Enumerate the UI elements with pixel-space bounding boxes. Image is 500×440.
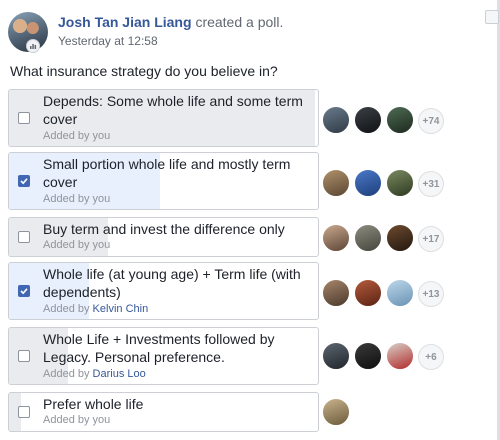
added-by-text: Added by you <box>43 239 110 251</box>
voter-avatar[interactable] <box>322 169 350 197</box>
added-by-name-link[interactable]: Kelvin Chin <box>93 303 149 315</box>
check-icon <box>20 288 28 295</box>
poll-option[interactable]: Prefer whole life Added by you <box>8 392 319 432</box>
post-header: Josh Tan Jian Liang created a poll. Yest… <box>8 10 488 54</box>
option-text: Whole Life + Investments followed by Leg… <box>43 331 275 365</box>
option-text: Prefer whole life <box>43 396 144 412</box>
option-text: Small portion whole life and mostly term… <box>43 156 291 190</box>
vote-checkbox[interactable] <box>18 285 30 297</box>
added-by-prefix: Added by you <box>43 130 111 142</box>
option-text: Buy term and invest the difference only <box>43 221 285 237</box>
voter-avatar[interactable] <box>354 342 382 370</box>
voter-avatar[interactable] <box>386 224 414 252</box>
added-by-text: Added by you <box>43 414 110 426</box>
vote-checkbox[interactable] <box>18 231 30 243</box>
more-voters-count[interactable]: +74 <box>418 108 444 134</box>
voter-avatar[interactable] <box>322 224 350 252</box>
post-menu-icon[interactable] <box>485 10 499 24</box>
voter-avatar[interactable] <box>386 169 414 197</box>
voter-avatar[interactable] <box>386 106 414 134</box>
added-by-text: Added by you <box>43 193 110 205</box>
voter-avatar[interactable] <box>386 342 414 370</box>
poll-option[interactable]: Whole life (at young age) + Term life (w… <box>8 262 319 320</box>
poll-question: What insurance strategy do you believe i… <box>10 63 278 79</box>
added-by-text: Added by Kelvin Chin <box>43 303 148 315</box>
added-by-name-link[interactable]: Darius Loo <box>93 368 146 380</box>
more-voters-count[interactable]: +13 <box>418 281 444 307</box>
added-by-prefix: Added by <box>43 303 90 315</box>
voter-avatar[interactable] <box>322 342 350 370</box>
post-action-text: created a poll. <box>195 14 284 30</box>
more-voters-count[interactable]: +31 <box>418 171 444 197</box>
poll-badge-icon <box>26 39 40 53</box>
voter-avatar[interactable] <box>322 279 350 307</box>
vote-checkbox[interactable] <box>18 175 30 187</box>
added-by-prefix: Added by you <box>43 239 111 251</box>
voter-avatar[interactable] <box>354 279 382 307</box>
poll-option[interactable]: Buy term and invest the difference only A… <box>8 217 319 257</box>
voter-avatar[interactable] <box>322 398 350 426</box>
voter-avatar[interactable] <box>354 224 382 252</box>
added-by-prefix: Added by you <box>43 193 111 205</box>
check-icon <box>20 178 28 185</box>
more-voters-count[interactable]: +6 <box>418 344 444 370</box>
added-by-text: Added by you <box>43 130 110 142</box>
post-timestamp[interactable]: Yesterday at 12:58 <box>58 34 158 48</box>
option-text: Depends: Some whole life and some term c… <box>43 93 303 127</box>
voter-avatar[interactable] <box>354 106 382 134</box>
voter-avatar[interactable] <box>322 106 350 134</box>
added-by-prefix: Added by <box>43 368 90 380</box>
poll-option[interactable]: Small portion whole life and mostly term… <box>8 152 319 210</box>
vote-checkbox[interactable] <box>18 112 30 124</box>
vote-checkbox[interactable] <box>18 406 30 418</box>
option-text: Whole life (at young age) + Term life (w… <box>43 266 301 300</box>
vote-checkbox[interactable] <box>18 350 30 362</box>
author-name-link[interactable]: Josh Tan Jian Liang <box>58 14 192 30</box>
added-by-text: Added by Darius Loo <box>43 368 146 380</box>
added-by-prefix: Added by you <box>43 414 111 426</box>
more-voters-count[interactable]: +17 <box>418 226 444 252</box>
voter-avatar[interactable] <box>354 169 382 197</box>
post-title: Josh Tan Jian Liang created a poll. <box>58 14 283 30</box>
poll-option[interactable]: Depends: Some whole life and some term c… <box>8 89 319 147</box>
voter-avatar[interactable] <box>386 279 414 307</box>
poll-option[interactable]: Whole Life + Investments followed by Leg… <box>8 327 319 385</box>
